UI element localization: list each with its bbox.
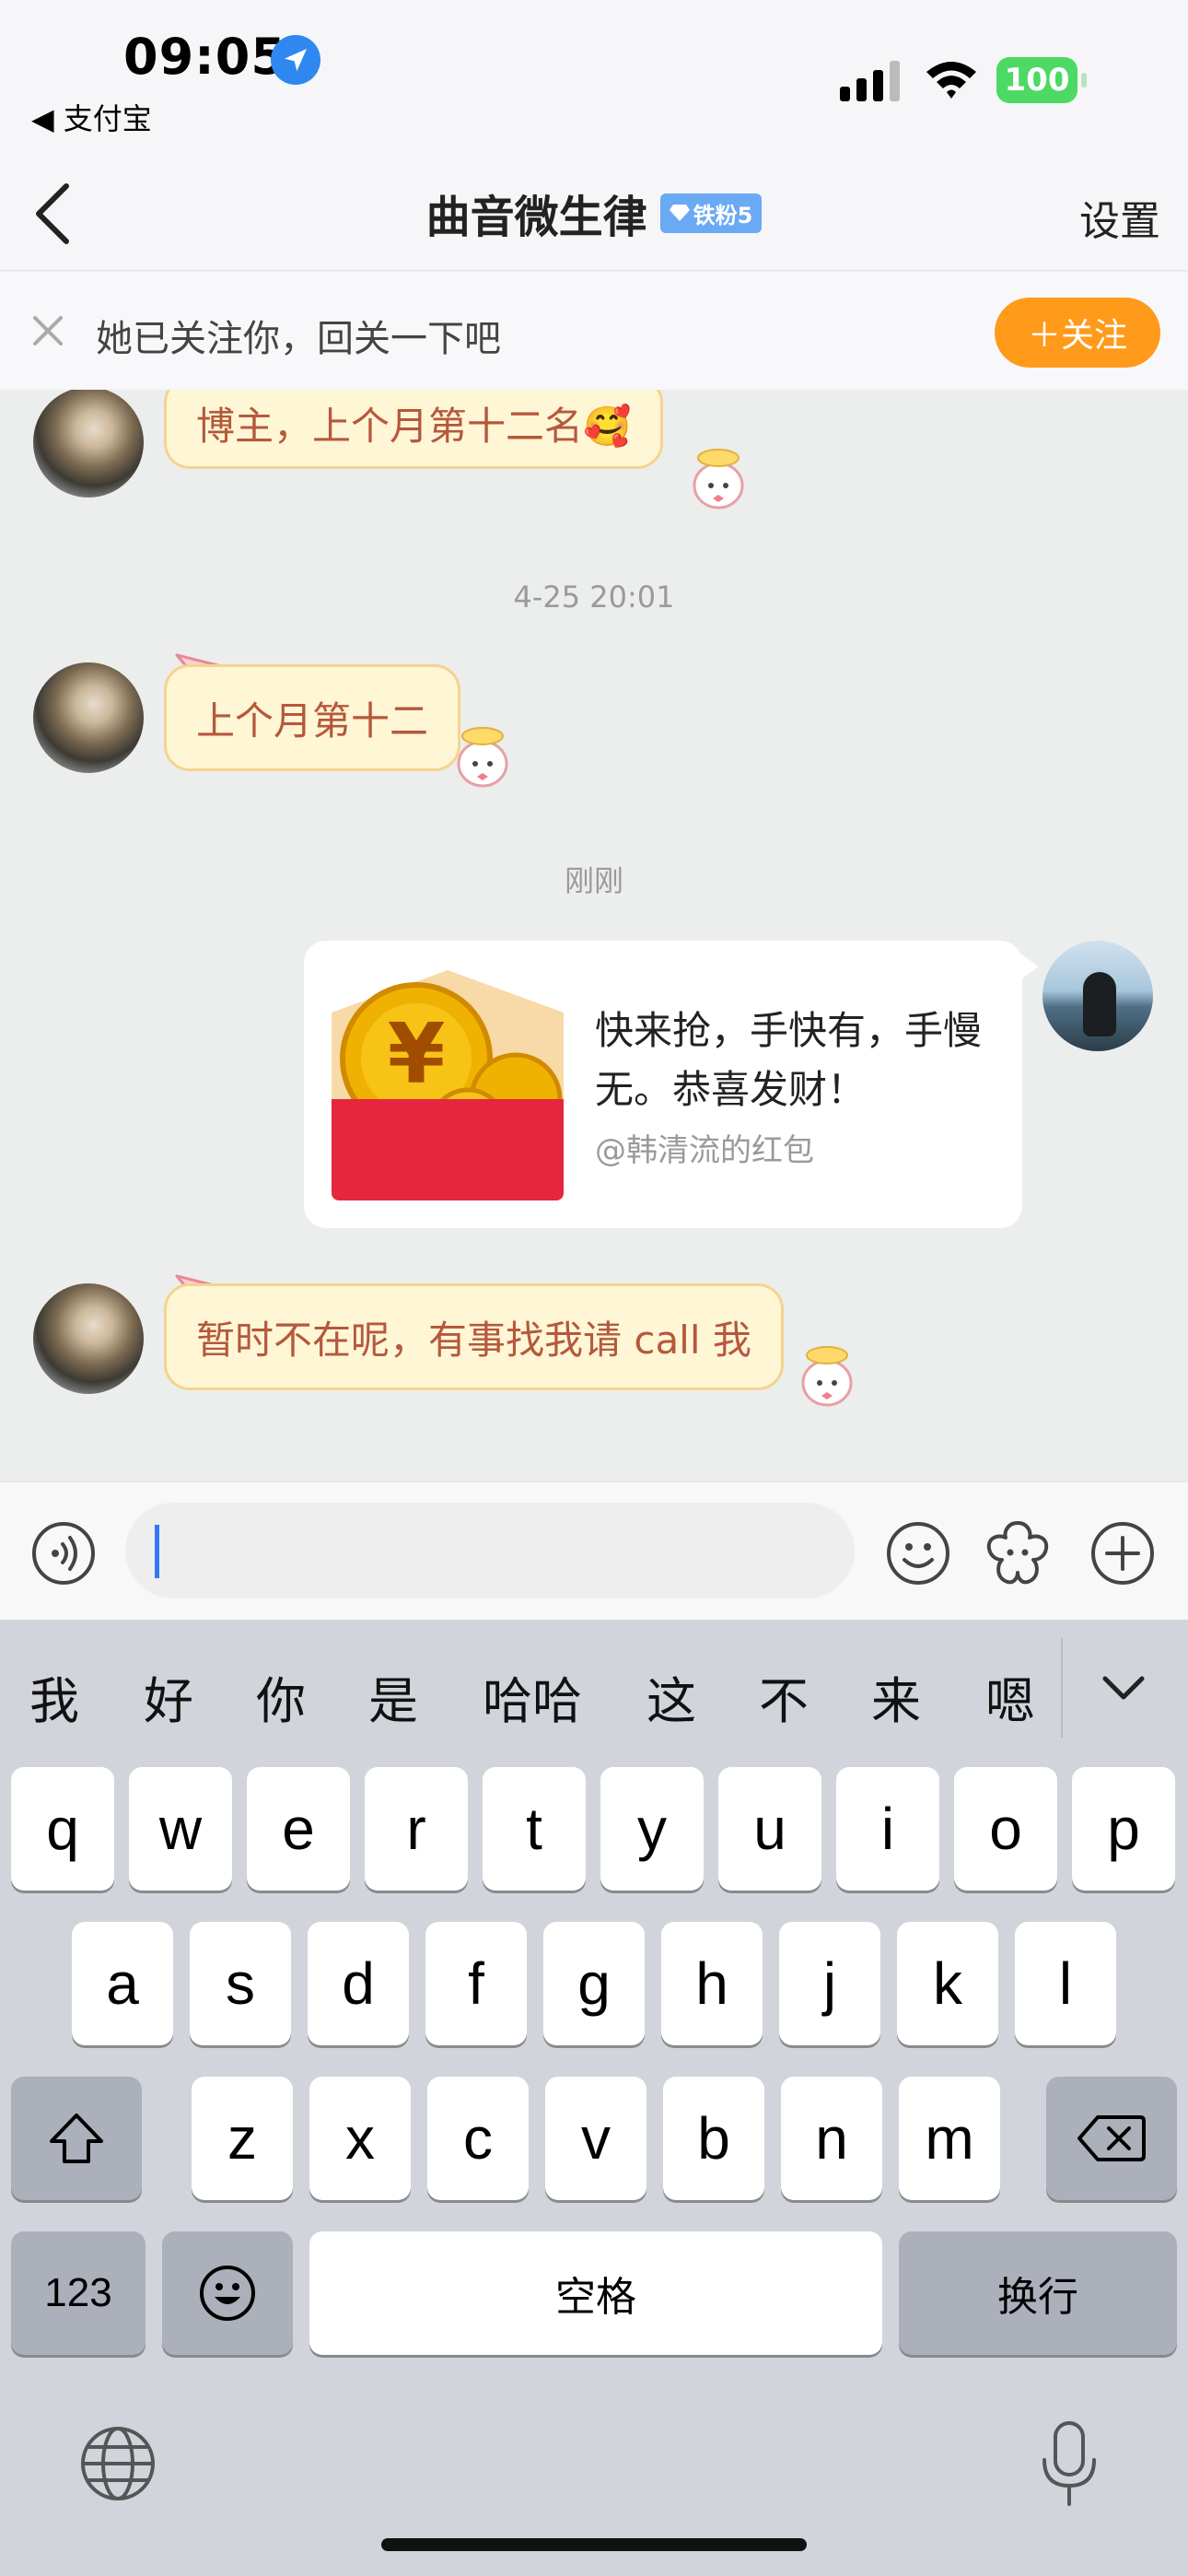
self-avatar[interactable] — [1042, 941, 1153, 1051]
key[interactable]: z — [192, 2077, 293, 2200]
key[interactable]: g — [543, 1922, 645, 2045]
emoji-icon — [200, 2266, 255, 2321]
red-envelope-message: 快来抢，手快有，手慢无。恭喜发财！ — [595, 1008, 983, 1112]
svg-text:¥: ¥ — [388, 1006, 446, 1103]
shift-icon — [50, 2113, 103, 2163]
fan-level-badge: 铁粉5 — [659, 193, 763, 233]
candidate-word[interactable]: 是 — [368, 1660, 418, 1733]
candidate-word[interactable]: 哈哈 — [483, 1660, 582, 1733]
bunny-sticker-icon — [693, 449, 744, 509]
message-bubble[interactable]: 博主，上个月第十二名🥰 — [164, 390, 664, 469]
key[interactable]: e — [247, 1767, 350, 1891]
key[interactable]: t — [483, 1767, 586, 1891]
key[interactable]: r — [365, 1767, 468, 1891]
chat-title: 曲音微生律 铁粉5 — [0, 181, 1188, 245]
message-input-bar — [0, 1481, 1188, 1620]
numbers-key[interactable]: 123 — [11, 2231, 146, 2355]
diamond-icon — [669, 205, 690, 221]
key[interactable]: w — [129, 1767, 232, 1891]
follow-back-banner: 她已关注你，回关一下吧 ＋关注 — [0, 272, 1188, 390]
key[interactable]: q — [11, 1767, 114, 1891]
chat-header: 曲音微生律 铁粉5 设置 — [0, 157, 1188, 271]
timestamp: 刚刚 — [564, 863, 623, 898]
emoji-key[interactable] — [162, 2231, 293, 2355]
key[interactable]: k — [897, 1922, 998, 2045]
key[interactable]: v — [545, 2077, 646, 2200]
candidate-word[interactable]: 嗯 — [985, 1660, 1035, 1733]
wifi-icon — [926, 62, 976, 99]
emoji-icon[interactable] — [886, 1521, 950, 1586]
key[interactable]: i — [836, 1767, 939, 1891]
key[interactable]: d — [308, 1922, 409, 2045]
candidate-word[interactable]: 你 — [256, 1660, 306, 1733]
key[interactable]: l — [1015, 1922, 1116, 2045]
fan-level-label: 铁粉5 — [693, 202, 753, 228]
status-bar: 09:05 ◀ 支付宝 100 — [0, 0, 1188, 157]
bunny-sticker-icon — [801, 1346, 853, 1407]
chevron-down-icon[interactable] — [1096, 1660, 1151, 1715]
space-key[interactable]: 空格 — [309, 2231, 882, 2355]
follow-button[interactable]: ＋关注 — [995, 298, 1160, 368]
cellular-signal-icon — [840, 61, 900, 101]
message-bubble[interactable]: 暂时不在呢，有事找我请 call 我 — [164, 1283, 784, 1390]
back-to-app-link[interactable]: ◀ 支付宝 — [31, 96, 152, 138]
candidate-divider — [1061, 1638, 1063, 1738]
candidate-word[interactable]: 不 — [759, 1660, 809, 1733]
key[interactable]: f — [425, 1922, 527, 2045]
message-text: 暂时不在呢，有事找我请 call 我 — [196, 1317, 751, 1363]
return-key[interactable]: 换行 — [899, 2231, 1177, 2355]
red-envelope-source: @韩清流的红包 — [595, 1132, 814, 1169]
key[interactable]: a — [72, 1922, 173, 2045]
key[interactable]: c — [427, 2077, 529, 2200]
home-indicator[interactable] — [381, 2538, 807, 2551]
message-bubble[interactable]: 上个月第十二 — [164, 664, 461, 771]
message-list[interactable]: 博主，上个月第十二名🥰 4-25 20:01 上个月第十二 刚刚 ¥ 快来抢，手… — [0, 390, 1188, 1481]
follow-back-text: 她已关注你，回关一下吧 — [96, 318, 501, 360]
keyboard: 我 好 你 是 哈哈 这 不 来 嗯 q w e r t y u i o p a… — [0, 1620, 1188, 2576]
message-text: 博主，上个月第十二名🥰 — [196, 403, 632, 449]
key[interactable]: m — [899, 2077, 1000, 2200]
candidate-word[interactable]: 来 — [871, 1660, 921, 1733]
close-icon[interactable] — [26, 309, 70, 353]
globe-icon[interactable] — [79, 2425, 157, 2502]
key[interactable]: b — [663, 2077, 764, 2200]
bunny-sticker-icon — [457, 727, 508, 788]
delete-icon — [1077, 2115, 1146, 2161]
key[interactable]: s — [190, 1922, 291, 2045]
candidate-word[interactable]: 这 — [646, 1660, 696, 1733]
key[interactable]: u — [718, 1767, 821, 1891]
key[interactable]: p — [1072, 1767, 1175, 1891]
contact-name[interactable]: 曲音微生律 — [426, 181, 647, 245]
location-arrow-icon — [271, 35, 320, 85]
message-text: 上个月第十二 — [196, 697, 429, 744]
contact-avatar[interactable] — [33, 390, 144, 498]
candidate-word[interactable]: 好 — [144, 1660, 193, 1733]
voice-icon[interactable] — [31, 1521, 96, 1586]
sticker-icon[interactable] — [984, 1519, 1052, 1587]
key[interactable]: x — [309, 2077, 411, 2200]
red-envelope-card[interactable]: ¥ 快来抢，手快有，手慢无。恭喜发财！ @韩清流的红包 — [304, 941, 1039, 1228]
settings-button[interactable]: 设置 — [1079, 188, 1160, 247]
microphone-icon[interactable] — [1037, 2419, 1101, 2508]
plus-icon[interactable] — [1090, 1521, 1155, 1586]
candidate-word[interactable]: 我 — [29, 1660, 79, 1733]
battery-indicator: 100 — [996, 57, 1087, 103]
key[interactable]: h — [661, 1922, 763, 2045]
key[interactable]: j — [779, 1922, 880, 2045]
timestamp: 4-25 20:01 — [513, 580, 675, 615]
contact-avatar[interactable] — [33, 662, 144, 773]
shift-key[interactable] — [11, 2077, 142, 2200]
message-input[interactable] — [125, 1503, 855, 1598]
text-caret — [155, 1525, 159, 1578]
contact-avatar[interactable] — [33, 1283, 144, 1394]
delete-key[interactable] — [1046, 2077, 1177, 2200]
key[interactable]: y — [600, 1767, 704, 1891]
key[interactable]: o — [954, 1767, 1057, 1891]
key[interactable]: n — [781, 2077, 882, 2200]
candidate-bar: 我 好 你 是 哈哈 这 不 来 嗯 — [0, 1620, 1188, 1758]
red-envelope-image: ¥ — [332, 970, 564, 1200]
status-time: 09:05 — [123, 28, 286, 86]
